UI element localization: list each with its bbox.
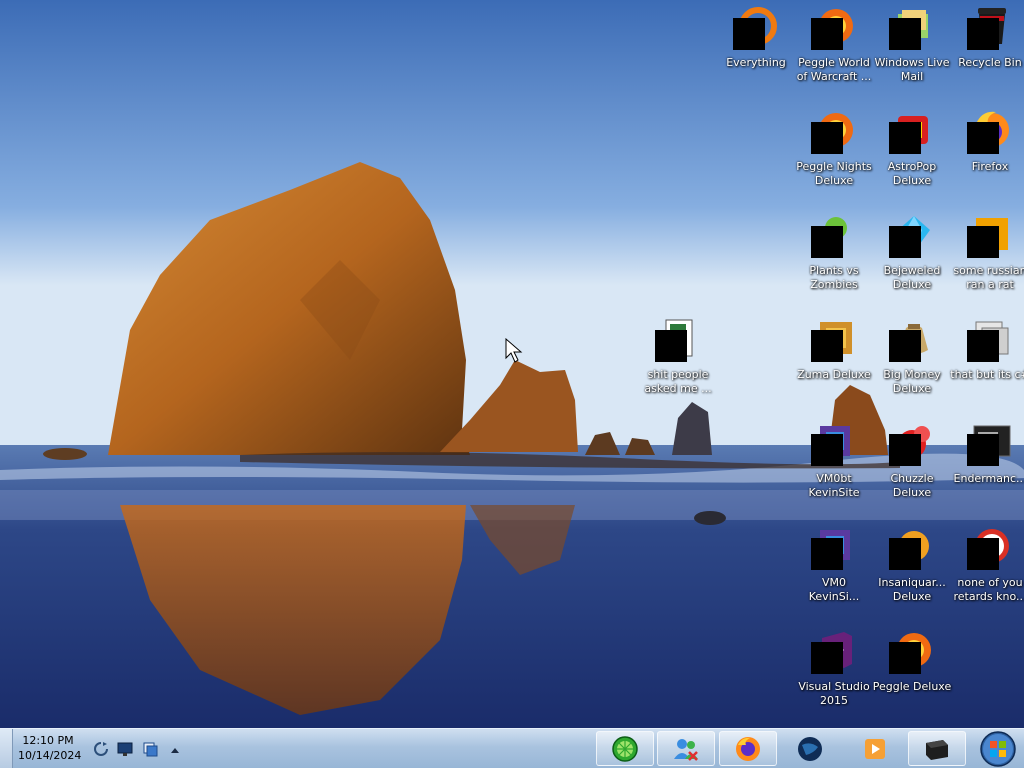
desktop-icon-label: that but its c# (950, 368, 1024, 381)
mouse-cursor-icon (505, 338, 523, 363)
desktop-icon-none-of-you[interactable]: none of you retards kno... (950, 520, 1024, 620)
desktop-icon-big-money-deluxe[interactable]: Big Money Deluxe (872, 312, 952, 412)
redaction-box (811, 18, 843, 50)
desktop-icon-label: shit people asked me ... (644, 368, 712, 395)
show-desktop-button[interactable] (0, 729, 13, 768)
desktop-icon-label: none of you retards kno... (953, 576, 1024, 603)
redaction-box (733, 18, 765, 50)
desktop-icon-label: Zuma Deluxe (797, 368, 871, 381)
desktop-icon-windows-live-mail[interactable]: Windows Live Mail (872, 0, 952, 100)
desktop-icon-label: Big Money Deluxe (883, 368, 941, 395)
redaction-box (889, 642, 921, 674)
redaction-box (967, 434, 999, 466)
redaction-box (967, 122, 999, 154)
redaction-box (811, 122, 843, 154)
desktop-icon-shit-people[interactable]: shit people asked me ... (638, 312, 718, 412)
desktop-icon-vm0-kevinsi[interactable]: VM0 KevinSi... (794, 520, 874, 620)
taskbar-button-terminal[interactable] (908, 731, 966, 766)
desktop-icon-label: Firefox (971, 160, 1009, 173)
clock-time: 12:10 PM (22, 734, 74, 747)
clock-date: 10/14/2024 (18, 749, 82, 762)
desktop-icon-peggle-deluxe[interactable]: Peggle Deluxe (872, 624, 952, 724)
desktop-icon-label: Recycle Bin (958, 56, 1022, 69)
desktop-icon-bejeweled-deluxe[interactable]: Bejeweled Deluxe (872, 208, 952, 308)
desktop-icon-label: Plants vs Zombies (809, 264, 859, 291)
redaction-box (811, 642, 843, 674)
redaction-box (811, 538, 843, 570)
refresh-icon[interactable] (93, 741, 109, 757)
desktop-icon-peggle-world-of-warcraft[interactable]: Peggle World of Warcraft ... (794, 0, 874, 100)
lime-icon (612, 736, 638, 762)
redaction-box (889, 122, 921, 154)
desktop-icon-label: some russian ran a rat (953, 264, 1024, 291)
desktop-icon-label: Insaniquar... Deluxe (878, 576, 946, 603)
redaction-box (967, 538, 999, 570)
desktop-icon-recycle-bin[interactable]: Recycle Bin (950, 0, 1024, 100)
desktop-icon-zuma-deluxe[interactable]: Zuma Deluxe (794, 312, 874, 412)
redaction-box (655, 330, 687, 362)
network-icon[interactable] (142, 741, 158, 757)
redaction-box (889, 538, 921, 570)
firefox-icon (736, 737, 760, 761)
desktop-icon-chuzzle-deluxe[interactable]: Chuzzle Deluxe (872, 416, 952, 516)
desktop-icon-some-russian[interactable]: some russian ran a rat (950, 208, 1024, 308)
monitor-icon[interactable] (117, 741, 133, 757)
taskbar: 12:10 PM 10/14/2024 (0, 728, 1024, 768)
desktop-icon-label: Everything (726, 56, 786, 69)
desktop-icon-firefox[interactable]: Firefox (950, 104, 1024, 204)
desktop-icon-that-but-its-c[interactable]: that but its c# (950, 312, 1024, 412)
desktop-icon-label: Windows Live Mail (874, 56, 950, 83)
desktop-icon-peggle-nights-deluxe[interactable]: Peggle Nights Deluxe (794, 104, 874, 204)
taskbar-button-globe[interactable] (781, 731, 839, 766)
desktop-icon-vm0bt[interactable]: VM0bt KevinSite (794, 416, 874, 516)
redaction-box (889, 434, 921, 466)
desktop-icon-label: Peggle World of Warcraft ... (796, 56, 872, 83)
redaction-box (811, 330, 843, 362)
taskbar-button-users[interactable] (657, 731, 715, 766)
desktop-icon-label: VM0bt KevinSite (808, 472, 860, 499)
windows-orb-icon[interactable] (978, 730, 1018, 768)
desktop-icon-label: Bejeweled Deluxe (883, 264, 941, 291)
users-icon (674, 739, 698, 761)
desktop-icon-astropop-deluxe[interactable]: AstroPop Deluxe (872, 104, 952, 204)
redaction-box (967, 330, 999, 362)
desktop-icon-label: AstroPop Deluxe (887, 160, 937, 187)
redaction-box (811, 434, 843, 466)
globe-icon (798, 737, 822, 761)
taskbar-button-media-player[interactable] (846, 731, 904, 766)
desktop-icon-everything[interactable]: Everything (716, 0, 796, 100)
desktop-icon-plants-vs-zombies[interactable]: Plants vs Zombies (794, 208, 874, 308)
desktop-icon-label: VM0 KevinSi... (808, 576, 860, 603)
system-clock[interactable]: 12:10 PM 10/14/2024 (18, 733, 82, 763)
redaction-box (889, 330, 921, 362)
desktop-icon-label: Chuzzle Deluxe (890, 472, 934, 499)
media-player-icon (865, 739, 885, 759)
desktop-icon-label: Visual Studio 2015 (798, 680, 870, 707)
redaction-box (889, 226, 921, 258)
redaction-box (967, 18, 999, 50)
chevron-up-icon[interactable] (167, 743, 183, 759)
taskbar-button-lime[interactable] (596, 731, 654, 766)
terminal-icon (926, 740, 948, 760)
desktop-icon-label: Peggle Deluxe (872, 680, 952, 693)
redaction-box (811, 226, 843, 258)
desktop-icon-endermanch[interactable]: Endermanc... (950, 416, 1024, 516)
desktop-icon-visual-studio-2015[interactable]: Visual Studio 2015 (794, 624, 874, 724)
desktop[interactable]: Recycle Bin Windows Live Mail Peggle World… (0, 0, 1024, 768)
desktop-icon-insaniquarium[interactable]: Insaniquar... Deluxe (872, 520, 952, 620)
taskbar-button-firefox[interactable] (719, 731, 777, 766)
desktop-icon-label: Peggle Nights Deluxe (796, 160, 872, 187)
redaction-box (889, 18, 921, 50)
redaction-box (967, 226, 999, 258)
desktop-icon-label: Endermanc... (953, 472, 1024, 485)
